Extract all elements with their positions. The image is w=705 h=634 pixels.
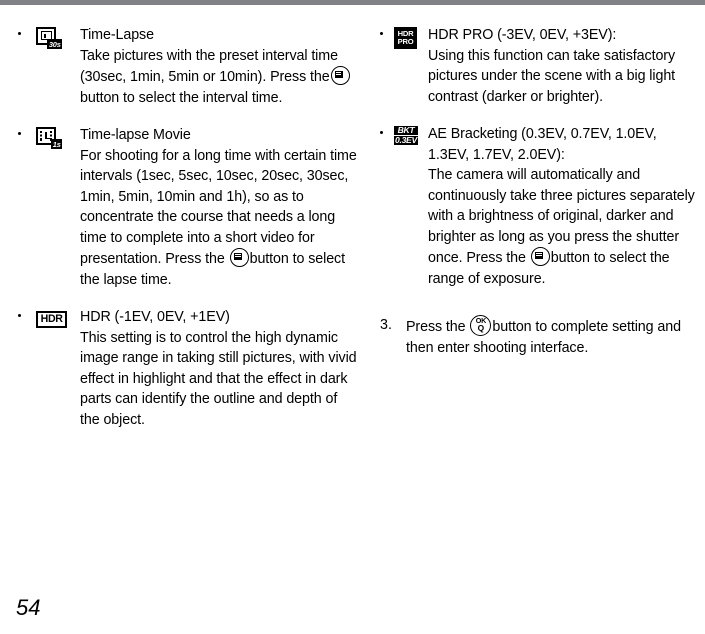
time-lapse-movie-text: Time-lapse Movie For shooting for a long … bbox=[80, 125, 358, 290]
ae-bracketing-text: AE Bracketing (0.3EV, 0.7EV, 1.0EV, 1.3E… bbox=[428, 124, 698, 289]
step-text-before: Press the bbox=[406, 319, 466, 335]
left-column: 30s Time-Lapse Take pictures with the pre… bbox=[18, 25, 358, 447]
list-item-time-lapse-movie: 1s Time-lapse Movie For shooting for a lo… bbox=[18, 125, 358, 290]
hdr-pro-text: HDR PRO (-3EV, 0EV, +3EV): Using this fun… bbox=[428, 25, 698, 107]
hdr-body: This setting is to control the high dyna… bbox=[80, 329, 357, 428]
time-lapse-movie-interval-tag: 1s bbox=[51, 139, 62, 149]
ae-bracketing-mode-icon: BKT 0.3EV bbox=[394, 125, 418, 148]
menu-button-icon bbox=[229, 248, 249, 267]
page-number: 54 bbox=[16, 595, 41, 620]
hdr-pro-body: Using this function can take satisfactor… bbox=[428, 47, 676, 105]
step-text: Press the OK Q button to complete settin… bbox=[406, 315, 698, 358]
time-lapse-title: Time-Lapse bbox=[80, 27, 154, 43]
bullet-dot-icon bbox=[18, 132, 21, 135]
right-column: HDR PRO HDR PRO (-3EV, 0EV, +3EV): Using … bbox=[380, 25, 698, 358]
time-lapse-movie-title: Time-lapse Movie bbox=[80, 127, 191, 143]
numbered-step-3: 3. Press the OK Q button to complete set… bbox=[380, 315, 698, 358]
hdr-pro-title: HDR PRO (-3EV, 0EV, +3EV): bbox=[428, 27, 617, 43]
step-number: 3. bbox=[380, 317, 392, 333]
bullet-dot-icon bbox=[18, 32, 21, 35]
bullet-dot-icon bbox=[380, 131, 383, 134]
bkt-icon-line2: 0.3EV bbox=[394, 135, 418, 146]
time-lapse-body-after: button to select the interval time. bbox=[80, 89, 283, 106]
menu-button-icon bbox=[330, 66, 350, 85]
manual-page-content: 30s Time-Lapse Take pictures with the pre… bbox=[0, 25, 705, 600]
hdr-pro-icon-line2: PRO bbox=[397, 37, 414, 47]
bullet-dot-icon bbox=[18, 314, 21, 317]
time-lapse-mode-icon: 30s bbox=[36, 27, 62, 50]
ok-button-icon: OK Q bbox=[470, 315, 492, 336]
bkt-icon-line1: BKT bbox=[394, 125, 418, 136]
hdr-icon-label: HDR bbox=[36, 310, 68, 329]
list-item-hdr: HDR HDR (-1EV, 0EV, +1EV) This setting is… bbox=[18, 307, 358, 430]
list-item-time-lapse: 30s Time-Lapse Take pictures with the pre… bbox=[18, 25, 358, 108]
ae-bracketing-title: AE Bracketing (0.3EV, 0.7EV, 1.0EV, 1.3E… bbox=[428, 126, 657, 163]
menu-button-icon bbox=[530, 247, 550, 266]
list-item-hdr-pro: HDR PRO HDR PRO (-3EV, 0EV, +3EV): Using … bbox=[380, 25, 698, 107]
hdr-text: HDR (-1EV, 0EV, +1EV) This setting is to … bbox=[80, 307, 358, 430]
list-item-ae-bracketing: BKT 0.3EV AE Bracketing (0.3EV, 0.7EV, 1… bbox=[380, 124, 698, 289]
time-lapse-movie-mode-icon: 1s bbox=[36, 127, 62, 150]
hdr-title: HDR (-1EV, 0EV, +1EV) bbox=[80, 309, 230, 325]
bullet-dot-icon bbox=[380, 32, 383, 35]
hdr-pro-mode-icon: HDR PRO bbox=[394, 27, 418, 50]
time-lapse-movie-body-before: For shooting for a long time with certai… bbox=[80, 147, 357, 268]
top-gray-rule bbox=[0, 0, 705, 5]
hdr-mode-icon: HDR bbox=[36, 309, 68, 329]
time-lapse-text: Time-Lapse Take pictures with the preset … bbox=[80, 25, 358, 108]
time-lapse-interval-tag: 30s bbox=[47, 39, 62, 49]
time-lapse-body-before: Take pictures with the preset interval t… bbox=[80, 47, 338, 86]
ok-glyph-bottom: Q bbox=[477, 323, 485, 334]
